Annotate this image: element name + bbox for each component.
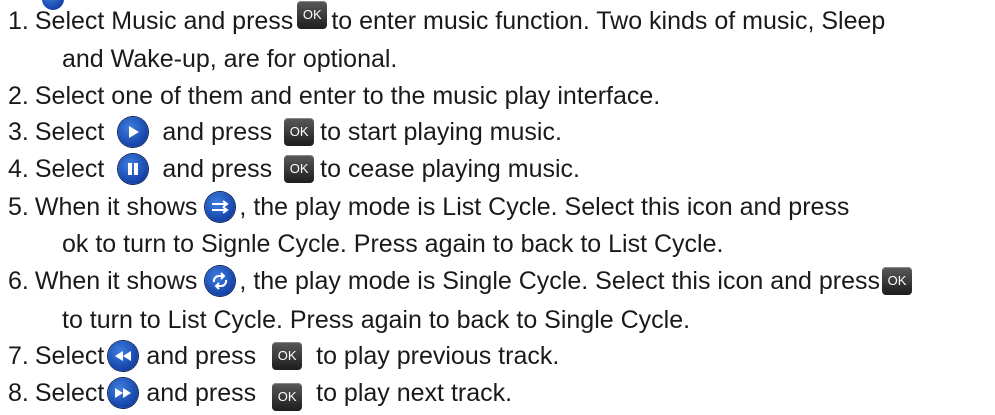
step-text: Select <box>34 155 105 183</box>
instruction-line-7: 7. Select and press OK to play previous … <box>0 341 559 371</box>
step-number: 7. <box>8 342 29 370</box>
step-text: and press <box>146 379 257 407</box>
step-text: to turn to List Cycle. Press again to ba… <box>62 306 691 334</box>
pause-icon <box>118 154 149 184</box>
instruction-line-4: 4. Select and press OK to cease playing … <box>0 154 580 184</box>
step-text: Select <box>34 379 105 407</box>
step-text: and Wake-up, are for optional. <box>62 45 398 73</box>
instruction-line-8: 8. Select and press OK to play next trac… <box>0 378 513 411</box>
step-text: Select Music and press <box>34 7 294 35</box>
step-number: 1. <box>8 7 29 35</box>
instruction-line-5-cont: ok to turn to Signle Cycle. Press again … <box>62 229 723 259</box>
step-text: Select one of them and enter to the musi… <box>34 82 661 110</box>
step-number: 8. <box>8 379 29 407</box>
list-cycle-icon <box>205 192 236 222</box>
single-cycle-icon <box>205 266 236 296</box>
next-track-icon <box>108 378 139 408</box>
play-icon <box>118 117 149 147</box>
previous-track-icon <box>108 341 139 371</box>
step-number: 2. <box>8 82 29 110</box>
step-text: , the play mode is List Cycle. Select th… <box>239 193 850 221</box>
step-text: to cease playing music. <box>320 155 580 183</box>
instruction-line-5: 5. When it shows , the play mode is List… <box>0 192 849 222</box>
step-text: to play next track. <box>316 379 513 407</box>
step-text: to start playing music. <box>320 118 562 146</box>
step-text: When it shows <box>34 193 198 221</box>
step-text: and press <box>146 342 257 370</box>
step-number: 5. <box>8 193 29 221</box>
step-text: When it shows <box>34 267 198 295</box>
ok-key-icon: OK <box>272 342 303 370</box>
instruction-line-1-cont: and Wake-up, are for optional. <box>62 44 397 74</box>
step-number: 4. <box>8 155 29 183</box>
step-text: and press <box>162 118 273 146</box>
step-text: ok to turn to Signle Cycle. Press again … <box>62 230 724 258</box>
ok-key-icon: OK <box>284 155 315 183</box>
step-text: to enter music function. Two kinds of mu… <box>331 7 886 35</box>
instruction-line-6: 6. When it shows , the play mode is Sing… <box>0 266 913 296</box>
step-text: to play previous track. <box>316 342 560 370</box>
step-number: 3. <box>8 118 29 146</box>
step-text: and press <box>162 155 273 183</box>
step-text: , the play mode is Single Cycle. Select … <box>239 267 881 295</box>
instruction-line-3: 3. Select and press OK to start playing … <box>0 117 562 147</box>
step-text: Select <box>34 118 105 146</box>
ok-key-icon: OK <box>284 118 315 146</box>
instruction-line-1: 1. Select Music and press OK to enter mu… <box>0 1 886 36</box>
ok-key-icon: OK <box>297 1 328 29</box>
instruction-line-6-cont: to turn to List Cycle. Press again to ba… <box>62 305 690 335</box>
ok-key-icon: OK <box>272 383 303 411</box>
step-text: Select <box>34 342 105 370</box>
instruction-line-2: 2. Select one of them and enter to the m… <box>0 81 660 111</box>
step-number: 6. <box>8 267 29 295</box>
ok-key-icon: OK <box>882 267 913 295</box>
